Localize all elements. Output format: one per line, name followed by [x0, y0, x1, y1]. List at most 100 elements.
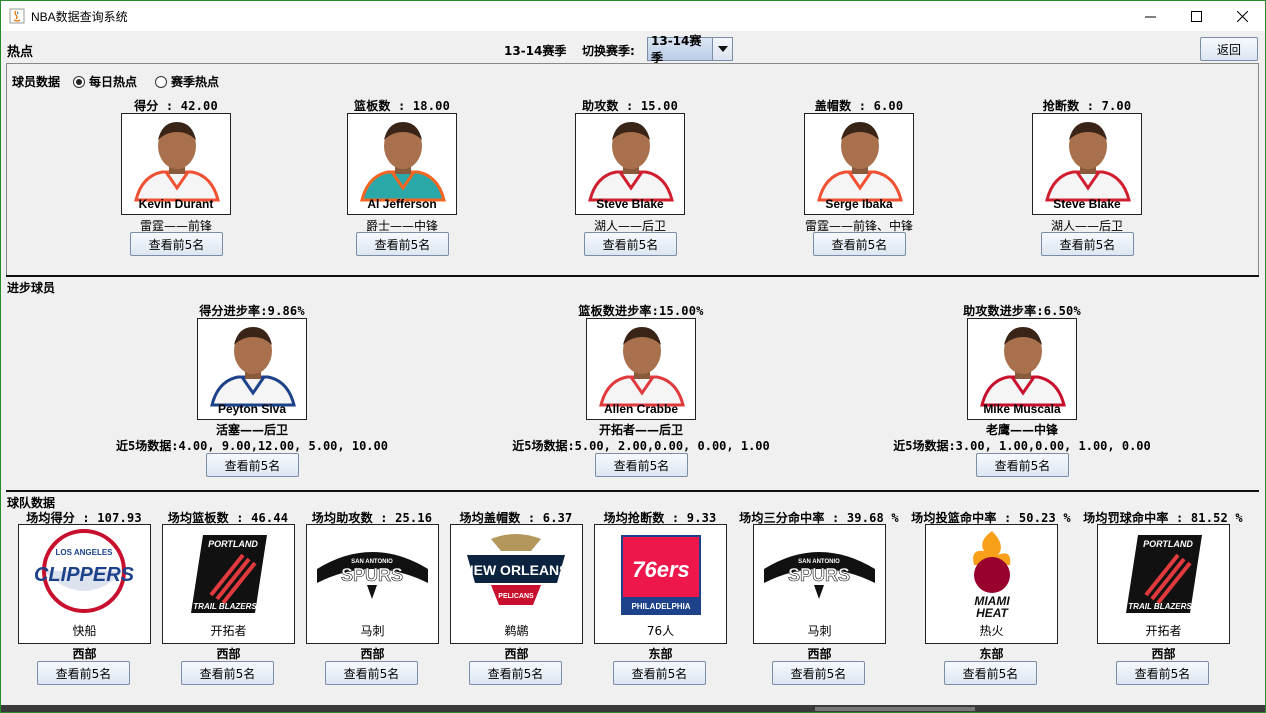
- pelicans-logo: NEW ORLEANS PELICANS: [464, 534, 569, 605]
- progress-section-title: 进步球员: [7, 281, 56, 295]
- team-conference: 东部: [979, 647, 1004, 661]
- current-season-label: 13-14赛季: [504, 44, 567, 58]
- view-top5-button[interactable]: 查看前5名: [613, 661, 706, 685]
- view-top5-button[interactable]: 查看前5名: [1116, 661, 1209, 685]
- player-photo[interactable]: Allen Crabbe: [586, 318, 696, 420]
- svg-text:TRAIL BLAZERS: TRAIL BLAZERS: [1128, 602, 1192, 611]
- radio-season-dot[interactable]: [155, 75, 167, 88]
- player-team-position: 老鹰——中锋: [985, 423, 1058, 437]
- back-button[interactable]: 返回: [1200, 37, 1258, 61]
- team-conference: 西部: [72, 647, 97, 661]
- hot-stat-label: 助攻数 : 15.00: [582, 99, 678, 113]
- section-divider: [6, 275, 1259, 277]
- team-logo-card[interactable]: PORTLAND TRAIL BLAZERS 开拓者: [162, 524, 295, 644]
- progress-stat-label: 助攻数进步率:6.50%: [963, 304, 1081, 318]
- player-data-label: 球员数据: [12, 75, 61, 89]
- 76ers-logo: 76ers PHILADELPHIA: [621, 535, 701, 615]
- view-top5-button[interactable]: 查看前5名: [976, 453, 1069, 477]
- player-team-position: 开拓者——后卫: [598, 423, 683, 437]
- player-name: Mike Muscala: [983, 402, 1061, 416]
- player-photo[interactable]: Kevin Durant: [121, 113, 231, 215]
- clippers-logo: LOS ANGELES CLIPPERS: [34, 529, 135, 613]
- svg-text:LOS ANGELES: LOS ANGELES: [55, 548, 113, 557]
- player-name: Serge Ibaka: [825, 197, 893, 211]
- player-photo[interactable]: Steve Blake: [1032, 113, 1142, 215]
- hot-stat-label: 盖帽数 : 6.00: [814, 99, 904, 113]
- team-conference: 西部: [216, 647, 241, 661]
- svg-text:PHILADELPHIA: PHILADELPHIA: [631, 602, 690, 611]
- view-top5-button[interactable]: 查看前5名: [584, 232, 677, 256]
- player-name: Steve Blake: [596, 197, 664, 211]
- section-divider: [6, 490, 1259, 492]
- recent-games-data: 近5场数据:5.00, 2.00,0.00, 0.00, 1.00: [512, 439, 770, 453]
- team-conference: 西部: [807, 647, 832, 661]
- team-conference: 东部: [648, 647, 673, 661]
- maximize-icon: [1190, 11, 1202, 22]
- hot-stat-label: 篮板数 : 18.00: [354, 99, 450, 113]
- team-logo-card[interactable]: 76ers PHILADELPHIA 76人: [594, 524, 727, 644]
- view-top5-button[interactable]: 查看前5名: [181, 661, 274, 685]
- player-photo[interactable]: Mike Muscala: [967, 318, 1077, 420]
- java-app-icon: [9, 8, 25, 24]
- player-name: Steve Blake: [1053, 197, 1121, 211]
- window-title: NBA数据查询系统: [31, 10, 128, 24]
- player-photo[interactable]: Steve Blake: [575, 113, 685, 215]
- team-logo-card[interactable]: LOS ANGELES CLIPPERS 快船: [18, 524, 151, 644]
- switch-season-label: 切换赛季:: [582, 44, 635, 58]
- close-icon: [1236, 11, 1248, 22]
- view-top5-button[interactable]: 查看前5名: [595, 453, 688, 477]
- team-name: 快船: [72, 624, 97, 638]
- view-top5-button[interactable]: 查看前5名: [469, 661, 562, 685]
- view-top5-button[interactable]: 查看前5名: [130, 232, 223, 256]
- horizontal-scrollbar[interactable]: [1, 705, 1265, 712]
- player-name: Allen Crabbe: [603, 402, 678, 416]
- radio-daily-hot[interactable]: 每日热点: [73, 73, 137, 90]
- view-top5-button[interactable]: 查看前5名: [356, 232, 449, 256]
- team-name: 马刺: [360, 624, 385, 638]
- view-top5-button[interactable]: 查看前5名: [813, 232, 906, 256]
- season-select-value: 13-14赛季: [651, 34, 702, 65]
- recent-games-data: 近5场数据:4.00, 9.00,12.00, 5.00, 10.00: [116, 439, 388, 453]
- player-photo[interactable]: Al Jefferson: [347, 113, 457, 215]
- title-bar: NBA数据查询系统: [1, 1, 1265, 31]
- maximize-button[interactable]: [1173, 2, 1219, 31]
- progress-stat-label: 得分进步率:9.86%: [199, 304, 305, 318]
- player-name: Peyton Siva: [217, 402, 287, 416]
- team-logo-card[interactable]: MIAMI HEAT 热火: [925, 524, 1058, 644]
- hot-section-title: 热点: [7, 45, 34, 60]
- chevron-down-icon[interactable]: [712, 38, 732, 60]
- team-logo-card[interactable]: PORTLAND TRAIL BLAZERS 开拓者: [1097, 524, 1230, 644]
- svg-text:TRAIL BLAZERS: TRAIL BLAZERS: [193, 602, 257, 611]
- svg-text:PORTLAND: PORTLAND: [1143, 539, 1193, 549]
- minimize-icon: [1144, 16, 1156, 18]
- svg-text:SPURS: SPURS: [788, 565, 850, 585]
- close-button[interactable]: [1219, 2, 1265, 31]
- team-logo-card[interactable]: NEW ORLEANS PELICANS 鹈鹕: [450, 524, 583, 644]
- radio-season-hot[interactable]: 赛季热点: [155, 73, 219, 90]
- scrollbar-thumb[interactable]: [815, 707, 975, 711]
- view-top5-button[interactable]: 查看前5名: [325, 661, 418, 685]
- svg-text:CLIPPERS: CLIPPERS: [34, 564, 135, 586]
- player-photo[interactable]: Peyton Siva: [197, 318, 307, 420]
- view-top5-button[interactable]: 查看前5名: [772, 661, 865, 685]
- view-top5-button[interactable]: 查看前5名: [944, 661, 1037, 685]
- heat-logo: MIAMIHEAT: [973, 531, 1010, 620]
- hot-stat-label: 得分 : 42.00: [134, 99, 218, 113]
- spurs-logo: SAN ANTONIOSPURS: [764, 552, 875, 599]
- view-top5-button[interactable]: 查看前5名: [1041, 232, 1134, 256]
- player-photo[interactable]: Serge Ibaka: [804, 113, 914, 215]
- view-top5-button[interactable]: 查看前5名: [37, 661, 130, 685]
- team-logo-card[interactable]: SAN ANTONIO SPURS 马刺: [306, 524, 439, 644]
- team-conference: 西部: [1151, 647, 1176, 661]
- radio-daily-dot[interactable]: [73, 75, 85, 88]
- team-conference: 西部: [360, 647, 385, 661]
- team-name: 鹈鹕: [504, 624, 529, 638]
- view-top5-button[interactable]: 查看前5名: [206, 453, 299, 477]
- recent-games-data: 近5场数据:3.00, 1.00,0.00, 1.00, 0.00: [893, 439, 1151, 453]
- player-team-position: 活塞——后卫: [215, 423, 288, 437]
- season-select[interactable]: 13-14赛季: [647, 34, 733, 65]
- radio-season-label: 赛季热点: [171, 75, 220, 89]
- svg-text:NEW ORLEANS: NEW ORLEANS: [464, 562, 569, 578]
- team-logo-card[interactable]: SAN ANTONIO SPURS 马刺: [753, 524, 886, 644]
- minimize-button[interactable]: [1127, 2, 1173, 31]
